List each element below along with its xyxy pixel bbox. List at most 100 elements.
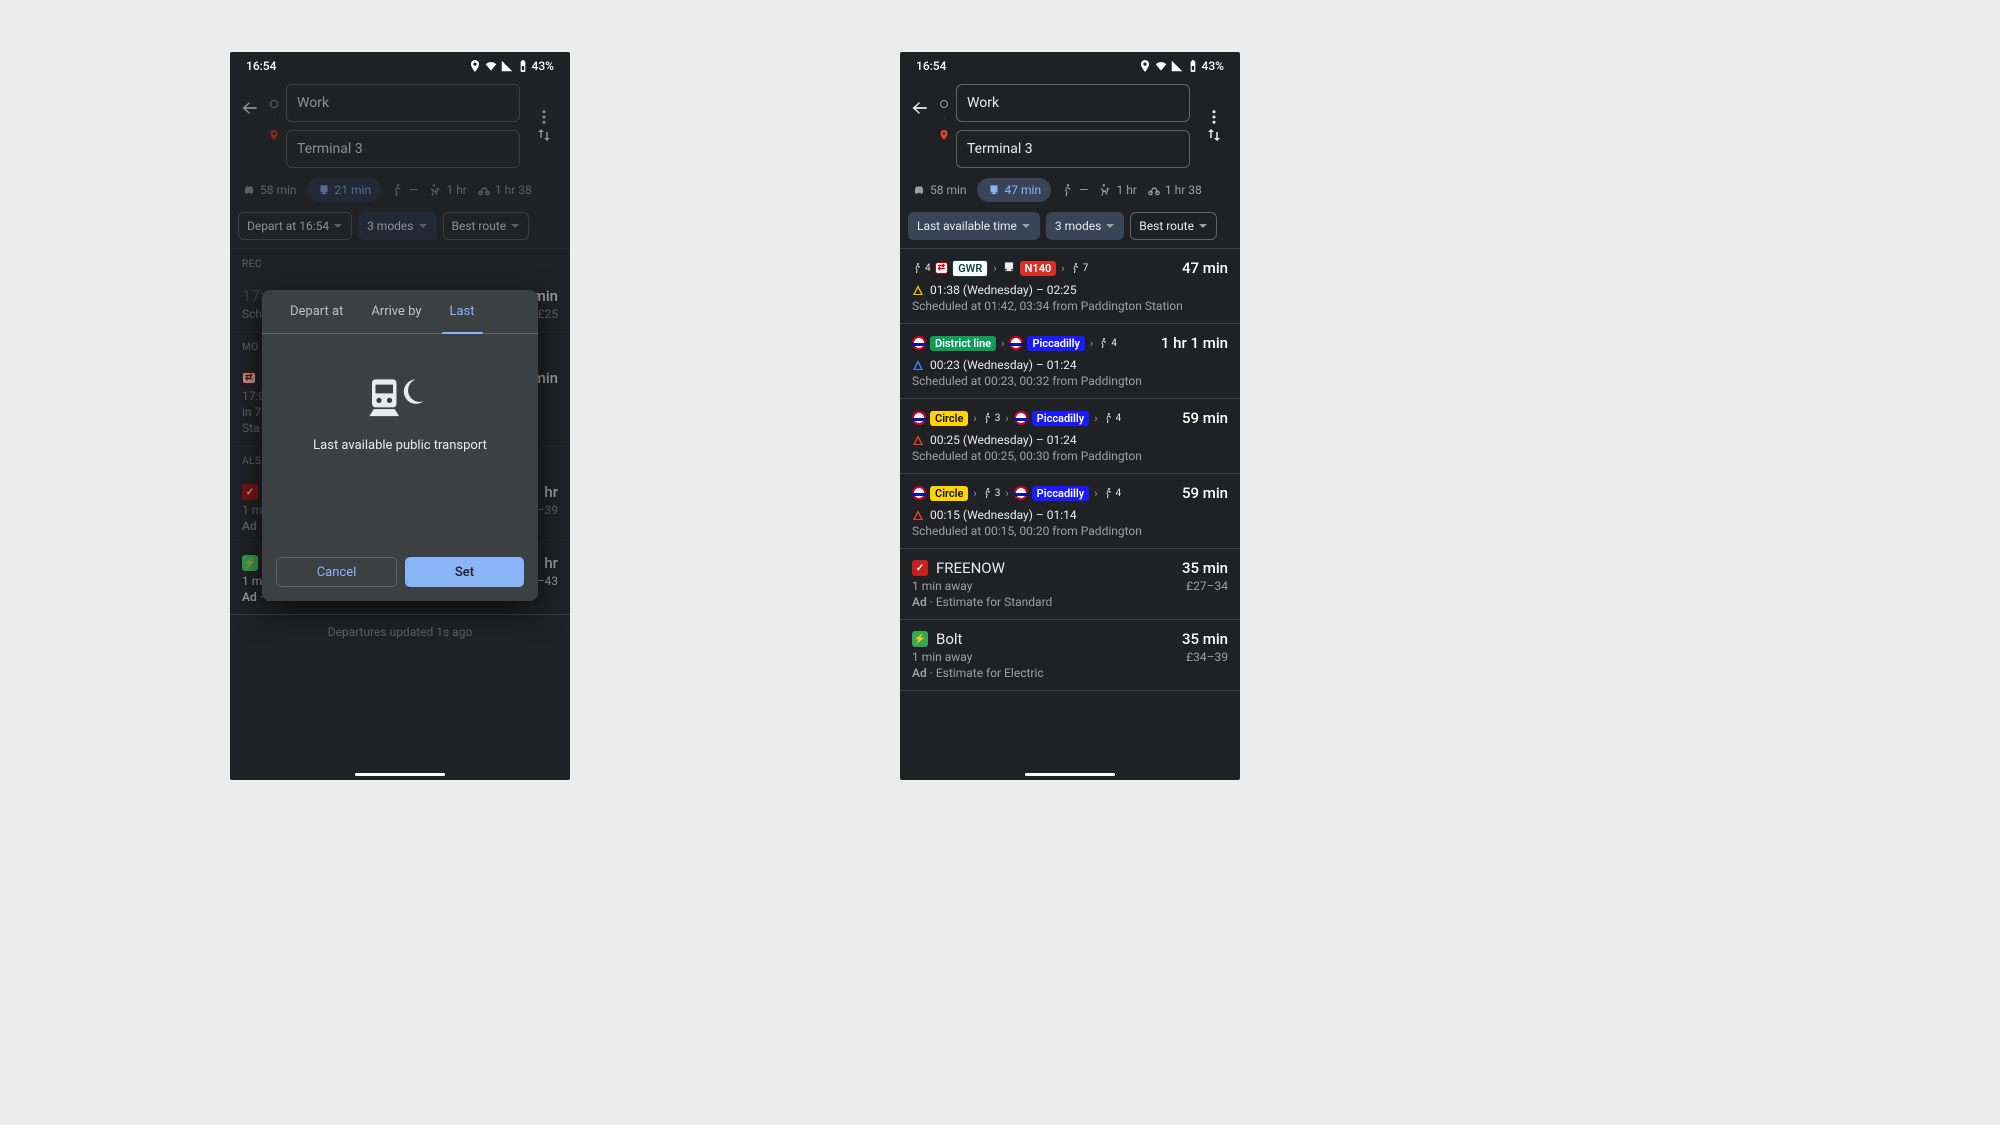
mode-car[interactable]: 58 min <box>242 183 297 197</box>
route-fields: Work Terminal 3 <box>956 84 1190 168</box>
walk-icon <box>391 183 405 197</box>
right-controls <box>526 84 562 168</box>
filter-chips: Depart at 16:54 3 modes Best route <box>230 212 570 249</box>
tube-icon <box>912 336 926 350</box>
route-dots-icon: ··· <box>944 111 945 123</box>
mode-transit[interactable]: 21 min <box>307 178 382 202</box>
route-time-range: 00:25 (Wednesday) – 01:24 <box>912 433 1228 447</box>
arrow-left-icon <box>910 98 930 118</box>
origin-dot-icon <box>940 100 948 108</box>
mode-transit[interactable]: 47 min <box>977 178 1052 202</box>
line-badge-piccadilly: Piccadilly <box>1032 486 1090 501</box>
tab-last[interactable]: Last <box>436 290 489 333</box>
chip-time-label: Last available time <box>917 219 1017 233</box>
ad-route-card[interactable]: ⚡Bolt 35 min 1 min away £34–39 Ad · Esti… <box>900 620 1240 691</box>
ad-away-text: 1 min away <box>912 650 972 664</box>
line-badge-piccadilly: Piccadilly <box>1032 411 1090 426</box>
arrow-left-icon <box>240 98 260 118</box>
cancel-button[interactable]: Cancel <box>276 557 397 587</box>
mode-walk[interactable]: — <box>1061 183 1088 197</box>
dialog-body-text: Last available public transport <box>270 438 530 453</box>
bolt-icon: ⚡ <box>242 555 258 571</box>
cell-icon <box>1170 59 1184 73</box>
tab-depart-at[interactable]: Depart at <box>276 290 357 333</box>
status-icons: 43% <box>468 59 554 73</box>
transit-icon <box>987 183 1001 197</box>
origin-field[interactable]: Work <box>286 84 520 122</box>
chip-best-route[interactable]: Best route <box>443 212 530 240</box>
partial-text: Sta <box>242 421 260 435</box>
origin-field[interactable]: Work <box>956 84 1190 122</box>
walk-icon <box>1061 183 1075 197</box>
route-header: ··· Work Terminal 3 <box>230 80 570 168</box>
origin-text: Work <box>297 95 329 111</box>
status-bar: 16:54 43% <box>900 52 1240 80</box>
chip-route-label: Best route <box>1139 219 1194 233</box>
chip-last-available[interactable]: Last available time <box>908 212 1040 240</box>
mode-walk[interactable]: — <box>391 183 418 197</box>
mode-rideshare[interactable]: 1 hr <box>1098 183 1136 197</box>
mode-tabs: 58 min 21 min — 1 hr 1 hr 38 <box>230 168 570 212</box>
route-card[interactable]: Circle›3›Piccadilly›4 59 min 00:15 (Wedn… <box>900 474 1240 549</box>
chip-modes-label: 3 modes <box>367 219 413 233</box>
mode-car-label: 58 min <box>260 183 297 197</box>
chip-modes[interactable]: 3 modes <box>358 212 436 240</box>
partial-text: in 7 <box>242 405 261 419</box>
destination-field[interactable]: Terminal 3 <box>956 130 1190 168</box>
route-card[interactable]: Circle›3›Piccadilly›4 59 min 00:25 (Wedn… <box>900 399 1240 474</box>
swap-button[interactable] <box>526 126 562 144</box>
back-button[interactable] <box>238 96 262 120</box>
walk-segment: 7 <box>1070 262 1089 274</box>
route-schedule-text: Scheduled at 00:23, 00:32 from Paddingto… <box>912 374 1228 388</box>
alert-icon <box>912 359 924 371</box>
ad-label: Ad <box>242 590 257 604</box>
partial-text: Sch <box>242 307 262 321</box>
back-button[interactable] <box>908 96 932 120</box>
swap-button[interactable] <box>1196 126 1232 144</box>
phone-right: 16:54 43% ··· Work Terminal 3 <box>900 52 1240 780</box>
route-duration: 35 min <box>1182 630 1228 648</box>
mode-bike[interactable]: 1 hr 38 <box>477 183 532 197</box>
mode-car[interactable]: 58 min <box>912 183 967 197</box>
chevron-down-icon <box>418 221 428 231</box>
tube-icon <box>1009 336 1023 350</box>
overflow-menu-button[interactable] <box>1196 108 1232 126</box>
route-time-range: 00:23 (Wednesday) – 01:24 <box>912 358 1228 372</box>
filter-chips: Last available time 3 modes Best route <box>900 212 1240 249</box>
location-icon <box>468 59 482 73</box>
mode-walk-label: — <box>1079 183 1088 197</box>
results-list-right[interactable]: 4⇄GWR›N140›7 47 min 01:38 (Wednesday) – … <box>900 249 1240 767</box>
tab-arrive-by[interactable]: Arrive by <box>357 290 435 333</box>
chip-best-route[interactable]: Best route <box>1130 212 1217 240</box>
walk-segment: 4 <box>1103 487 1122 499</box>
route-chips: 4⇄GWR›N140›7 <box>912 260 1088 277</box>
chip-modes[interactable]: 3 modes <box>1046 212 1124 240</box>
ad-name: Bolt <box>936 630 962 648</box>
freenow-icon: ✓ <box>912 560 928 576</box>
alert-icon <box>912 434 924 446</box>
set-button[interactable]: Set <box>405 557 524 587</box>
chip-depart-label: Depart at 16:54 <box>247 219 329 233</box>
route-header: ··· Work Terminal 3 <box>900 80 1240 168</box>
destination-field[interactable]: Terminal 3 <box>286 130 520 168</box>
nav-handle[interactable] <box>355 773 445 776</box>
mode-rideshare[interactable]: 1 hr <box>428 183 466 197</box>
route-card[interactable]: District line›Piccadilly›4 1 hr 1 min 00… <box>900 324 1240 399</box>
alert-icon <box>912 284 924 296</box>
route-duration: 59 min <box>1182 484 1228 502</box>
rideshare-icon <box>428 183 442 197</box>
route-card[interactable]: 4⇄GWR›N140›7 47 min 01:38 (Wednesday) – … <box>900 249 1240 324</box>
nav-handle[interactable] <box>1025 773 1115 776</box>
mode-bike[interactable]: 1 hr 38 <box>1147 183 1202 197</box>
tube-icon <box>912 411 926 425</box>
destination-text: Terminal 3 <box>967 141 1033 157</box>
chip-depart-time[interactable]: Depart at 16:54 <box>238 212 352 240</box>
chevron-down-icon <box>510 221 520 231</box>
chevron-down-icon <box>1021 221 1031 231</box>
swap-icon <box>535 126 553 144</box>
ad-route-card[interactable]: ✓FREENOW 35 min 1 min away £27–34 Ad · E… <box>900 549 1240 620</box>
route-duration: 59 min <box>1182 409 1228 427</box>
overflow-menu-button[interactable] <box>526 108 562 126</box>
origin-dot-icon <box>270 100 278 108</box>
ad-away-text: 1 min away <box>912 579 972 593</box>
